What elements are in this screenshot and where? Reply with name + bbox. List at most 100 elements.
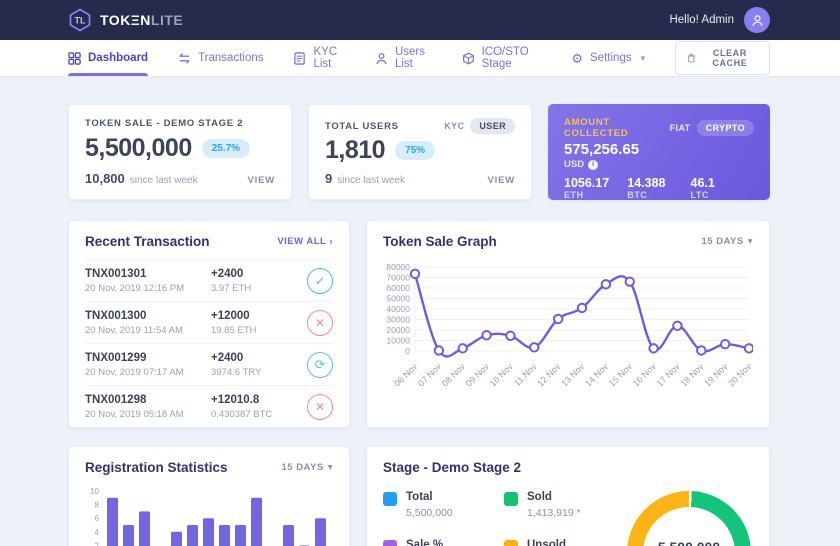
- crypto-amount-btc: 14.388 BTC: [627, 176, 690, 200]
- status-failed-icon[interactable]: [307, 394, 333, 420]
- svg-text:30000: 30000: [386, 315, 410, 325]
- bar-range-select[interactable]: 15 DAYS▾: [281, 462, 333, 473]
- clear-cache-button[interactable]: CLEAR CACHE: [675, 41, 770, 75]
- transaction-row[interactable]: TNX001300 20 Nov, 2019 11:54 AM +12000 1…: [85, 301, 333, 343]
- svg-text:15 Nov: 15 Nov: [607, 361, 635, 389]
- brand-logo[interactable]: TL TOKΞNLITE: [68, 8, 183, 32]
- ltc-label: LTC: [691, 190, 754, 200]
- transaction-date: 20 Nov, 2019 07:17 AM: [85, 367, 211, 378]
- nav-label: Transactions: [198, 52, 263, 64]
- transaction-date: 20 Nov, 2019 11:54 AM: [85, 325, 211, 336]
- transaction-converted: 0.430387 BTC: [211, 409, 307, 420]
- btc-value: 14.388: [627, 176, 690, 190]
- transaction-amount: +12010.8: [211, 394, 307, 406]
- fiat-crypto-toggle: FIAT CRYPTO: [670, 120, 754, 136]
- svg-text:60000: 60000: [386, 283, 410, 293]
- brand-name: TOKΞNLITE: [100, 12, 183, 28]
- legend-label: Total: [406, 491, 453, 503]
- eth-label: ETH: [564, 190, 627, 200]
- transaction-date: 20 Nov, 2019 12:16 PM: [85, 283, 211, 294]
- toggle-user[interactable]: USER: [470, 118, 515, 134]
- user-avatar[interactable]: [744, 7, 770, 33]
- svg-text:06 Nov: 06 Nov: [392, 361, 420, 389]
- nav-label: KYC List: [313, 46, 345, 70]
- svg-text:4: 4: [95, 528, 100, 537]
- total-users-title: TOTAL USERS: [325, 121, 399, 132]
- svg-text:17 Nov: 17 Nov: [655, 361, 683, 389]
- line-range-select[interactable]: 15 DAYS▾: [701, 236, 753, 247]
- svg-text:10: 10: [90, 487, 99, 496]
- amount-collected-value: 575,256.65: [564, 141, 754, 158]
- status-failed-icon[interactable]: [307, 310, 333, 336]
- svg-text:19 Nov: 19 Nov: [702, 361, 730, 389]
- svg-text:20000: 20000: [386, 325, 410, 335]
- chevron-down-icon: ▾: [328, 462, 333, 473]
- transaction-converted: 3.97 ETH: [211, 283, 307, 294]
- nav-tab-kyc-list[interactable]: KYC List: [293, 40, 345, 76]
- legend-item-total: Total 5,500,000: [383, 491, 504, 519]
- nav-tab-settings[interactable]: ⚙ Settings ▾: [571, 40, 645, 76]
- toggle-kyc[interactable]: KYC: [444, 121, 464, 131]
- main-nav: Dashboard Transactions KYC List Users Li…: [0, 40, 840, 76]
- transaction-row[interactable]: TNX001299 20 Nov, 2019 07:17 AM +2400 39…: [85, 343, 333, 385]
- toggle-fiat[interactable]: FIAT: [670, 123, 691, 133]
- amount-collected-title: AMOUNT COLLECTED: [564, 117, 670, 139]
- stats-row: TOKEN SALE - DEMO STAGE 2 5,500,000 25.7…: [68, 104, 770, 200]
- transaction-id: TNX001300: [85, 310, 211, 322]
- transaction-row[interactable]: TNX001301 20 Nov, 2019 12:16 PM +2400 3.…: [85, 259, 333, 301]
- info-icon[interactable]: i: [588, 160, 598, 170]
- clear-cache-label: CLEAR CACHE: [702, 48, 758, 68]
- eth-value: 1056.17: [564, 176, 627, 190]
- transaction-date: 20 Nov, 2019 05:18 AM: [85, 409, 211, 420]
- donut-center-value: 5,500,000: [658, 539, 720, 546]
- legend-swatch-sold: [504, 492, 518, 506]
- toggle-crypto[interactable]: CRYPTO: [697, 120, 754, 136]
- transaction-row[interactable]: TNX001298 20 Nov, 2019 05:18 AM +12010.8…: [85, 385, 333, 427]
- svg-text:0: 0: [405, 346, 410, 356]
- registration-statistics-card: Registration Statistics 15 DAYS▾ 108642: [68, 446, 350, 546]
- total-users-view-link[interactable]: VIEW: [488, 175, 515, 186]
- user-icon: [375, 52, 388, 65]
- status-pending-icon[interactable]: [307, 352, 333, 378]
- nav-tab-ico-sto-stage[interactable]: ICO/STO Stage: [462, 40, 542, 76]
- transaction-converted: 3974.6 TRY: [211, 367, 307, 378]
- svg-text:11 Nov: 11 Nov: [512, 361, 539, 388]
- total-users-card: TOTAL USERS KYC USER 1,810 75% 9 since l…: [308, 104, 532, 200]
- transaction-id: TNX001299: [85, 352, 211, 364]
- trash-icon: [687, 52, 696, 64]
- top-header-bar: TL TOKΞNLITE Hello! Admin: [0, 0, 840, 40]
- token-sale-delta: 10,800: [85, 171, 125, 186]
- view-all-link[interactable]: VIEW ALL ›: [277, 236, 333, 247]
- recent-transactions-title: Recent Transaction: [85, 234, 210, 249]
- svg-text:10000: 10000: [386, 336, 410, 346]
- stage-legend: Total 5,500,000 Sold 1,413,919 *: [383, 491, 625, 546]
- svg-text:80000: 80000: [386, 262, 410, 272]
- svg-text:70000: 70000: [386, 273, 410, 283]
- nav-label: ICO/STO Stage: [482, 46, 542, 70]
- cube-icon: [462, 52, 475, 65]
- amount-collected-card: AMOUNT COLLECTED FIAT CRYPTO 575,256.65 …: [548, 104, 770, 200]
- svg-text:50000: 50000: [386, 294, 410, 304]
- status-success-icon[interactable]: [307, 268, 333, 294]
- person-icon: [751, 14, 764, 27]
- svg-text:6: 6: [95, 514, 100, 523]
- nav-tab-dashboard[interactable]: Dashboard: [68, 40, 148, 76]
- nav-label: Users List: [395, 46, 432, 70]
- nav-tab-users-list[interactable]: Users List: [375, 40, 432, 76]
- legend-item-unsold: Unsold 4,086,082: [504, 539, 625, 546]
- greeting-text: Hello! Admin: [669, 14, 734, 26]
- nav-tab-transactions[interactable]: Transactions: [178, 40, 263, 76]
- legend-value: 1,413,919 *: [527, 507, 581, 519]
- crypto-amount-eth: 1056.17 ETH: [564, 176, 627, 200]
- total-users-value: 1,810: [325, 136, 385, 165]
- token-sale-view-link[interactable]: VIEW: [248, 175, 275, 186]
- tokenlite-logo-icon: TL: [68, 8, 92, 32]
- dashboard-grid-icon: [68, 52, 81, 65]
- registration-statistics-title: Registration Statistics: [85, 460, 228, 475]
- nav-label: Settings: [590, 52, 632, 64]
- crypto-amount-ltc: 46.1 LTC: [691, 176, 754, 200]
- transaction-amount: +2400: [211, 268, 307, 280]
- svg-text:18 Nov: 18 Nov: [678, 361, 706, 389]
- svg-text:08 Nov: 08 Nov: [440, 361, 468, 389]
- svg-text:8: 8: [95, 501, 100, 510]
